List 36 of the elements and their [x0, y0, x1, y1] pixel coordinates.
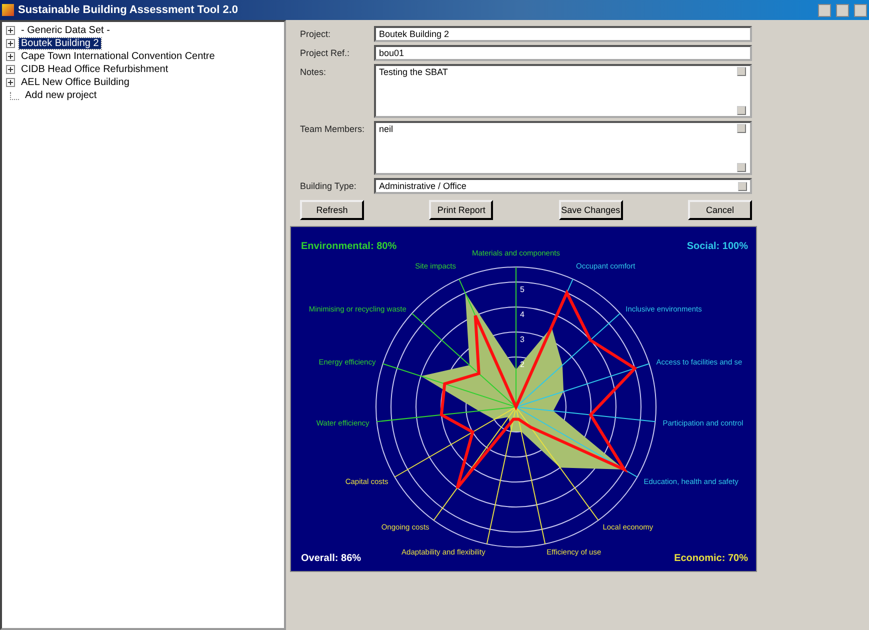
tree-item[interactable]: Cape Town International Convention Centre	[19, 51, 217, 62]
category-score: Overall: 86%	[301, 553, 362, 564]
expand-icon[interactable]	[6, 26, 15, 35]
category-score: Economic: 70%	[674, 553, 748, 564]
expand-icon[interactable]	[6, 65, 15, 74]
field-label: Project:	[300, 28, 332, 41]
tick-label: 5	[520, 285, 524, 294]
input-field[interactable]: bou01	[374, 45, 752, 61]
category-score: Environmental: 80%	[301, 241, 397, 252]
building-type-dropdown[interactable]: Administrative / Office	[374, 178, 752, 194]
app-icon	[2, 4, 14, 16]
tree-item[interactable]: Boutek Building 2	[19, 38, 101, 49]
expand-icon[interactable]	[6, 52, 15, 61]
text-area[interactable]: Testing the SBAT	[374, 64, 752, 118]
expand-icon[interactable]	[6, 39, 15, 48]
category-score: Social: 100%	[686, 241, 748, 252]
form-button[interactable]: Print Report	[429, 200, 494, 220]
input-field[interactable]: Boutek Building 2	[374, 26, 752, 42]
field-label: Project Ref.:	[300, 47, 351, 60]
tree-item[interactable]: CIDB Head Office Refurbishment	[19, 64, 170, 75]
window-title: Sustainable Building Assessment Tool 2.0	[18, 4, 240, 16]
tick-label: 3	[520, 335, 524, 344]
tree-item[interactable]: Add new project	[23, 90, 99, 101]
text-area[interactable]: neil	[374, 121, 752, 175]
field-label: Notes:	[300, 66, 328, 79]
expand-icon[interactable]	[6, 78, 15, 87]
form-button[interactable]: Save Changes	[558, 200, 623, 220]
form-button[interactable]: Refresh	[300, 200, 364, 220]
field-label: Team Members:	[300, 123, 366, 136]
tree-item[interactable]: - Generic Data Set -	[19, 25, 112, 36]
tree-line-icon	[10, 92, 19, 100]
field-label: Building Type:	[300, 180, 358, 193]
form-button[interactable]: Cancel	[688, 200, 752, 220]
tick-label: 4	[520, 310, 524, 319]
tree-item[interactable]: AEL New Office Building	[19, 77, 132, 88]
tick-label: 2	[520, 360, 524, 369]
